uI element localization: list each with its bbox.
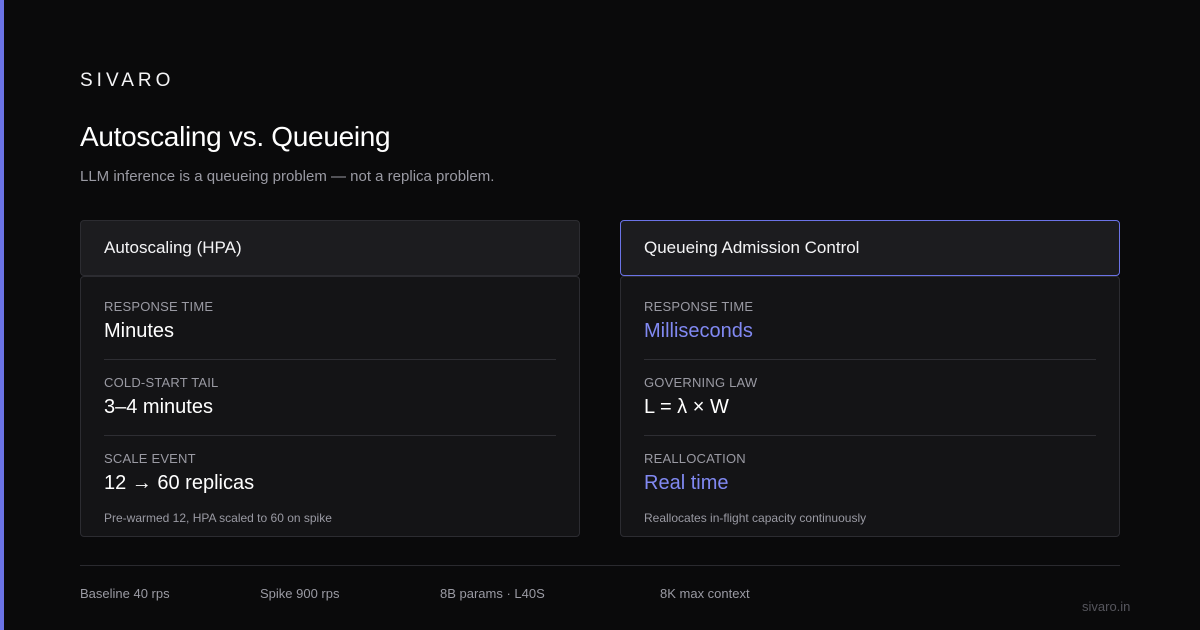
metric-response-time: RESPONSE TIME Minutes: [104, 299, 556, 343]
autoscaling-card: RESPONSE TIME Minutes COLD-START TAIL 3–…: [80, 276, 580, 537]
metric-cold-start-tail: COLD-START TAIL 3–4 minutes: [104, 375, 556, 419]
metric-label: GOVERNING LAW: [644, 375, 758, 390]
metric-label: COLD-START TAIL: [104, 375, 219, 390]
autoscaling-column: Autoscaling (HPA) RESPONSE TIME Minutes …: [80, 220, 580, 537]
metric-label: RESPONSE TIME: [644, 299, 754, 314]
metric-value: Minutes: [104, 320, 175, 342]
footer-model: 8B params · L40S: [440, 586, 545, 601]
page-subtitle: LLM inference is a queueing problem — no…: [80, 168, 495, 185]
metric-value: L = λ × W: [644, 396, 729, 418]
queueing-card: RESPONSE TIME Milliseconds GOVERNING LAW…: [620, 276, 1120, 537]
divider: [644, 359, 1096, 360]
queueing-header-label: Queueing Admission Control: [644, 238, 860, 257]
metric-response-time: RESPONSE TIME Milliseconds: [644, 299, 1096, 343]
metric-value: Real time: [644, 472, 729, 494]
accent-bar: [0, 0, 4, 630]
footer-spike: Spike 900 rps: [260, 586, 340, 601]
divider: [104, 359, 556, 360]
metric-label: REALLOCATION: [644, 451, 746, 466]
divider: [644, 435, 1096, 436]
page-title: Autoscaling vs. Queueing: [80, 121, 391, 152]
metric-label: SCALE EVENT: [104, 451, 196, 466]
metric-scale-event: SCALE EVENT 12 → 60 replicas: [104, 451, 556, 495]
metric-value: 12 → 60 replicas: [104, 472, 255, 494]
queueing-header: Queueing Admission Control: [620, 220, 1120, 276]
metric-governing-law: GOVERNING LAW L = λ × W: [644, 375, 1096, 419]
queueing-note: Reallocates in-flight capacity continuou…: [644, 511, 867, 525]
brand-logo: SIVARO: [80, 70, 175, 91]
site-url: sivaro.in: [1082, 599, 1131, 614]
metric-label: RESPONSE TIME: [104, 299, 214, 314]
footer-divider: [80, 565, 1120, 566]
autoscaling-header-label: Autoscaling (HPA): [104, 238, 242, 257]
metric-reallocation: REALLOCATION Real time: [644, 451, 1096, 495]
autoscaling-header: Autoscaling (HPA): [80, 220, 580, 276]
metric-value: 3–4 minutes: [104, 396, 213, 418]
footer-baseline: Baseline 40 rps: [80, 586, 170, 601]
metric-value: Milliseconds: [644, 320, 753, 342]
divider: [104, 435, 556, 436]
queueing-column: Queueing Admission Control RESPONSE TIME…: [620, 220, 1120, 537]
autoscaling-note: Pre-warmed 12, HPA scaled to 60 on spike: [104, 511, 332, 525]
footer-context: 8K max context: [660, 586, 750, 601]
